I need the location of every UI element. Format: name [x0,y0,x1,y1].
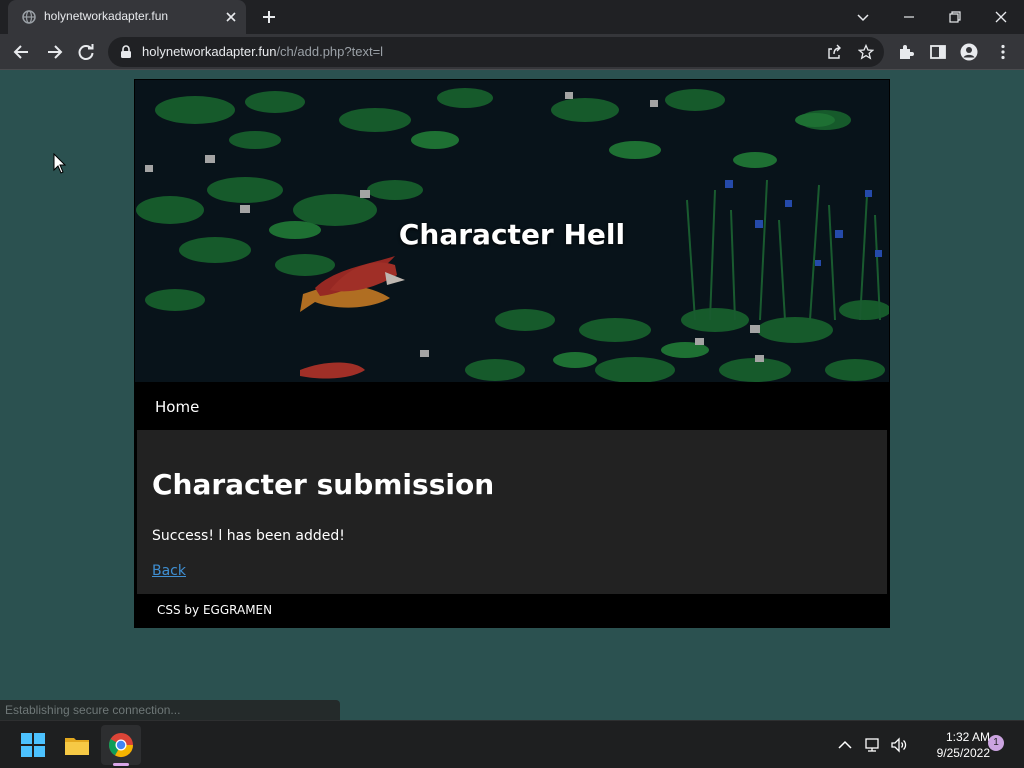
share-icon[interactable] [826,44,842,60]
close-tab-icon[interactable] [224,10,238,24]
main-content: Character submission Success! l has been… [137,430,887,594]
windows-taskbar: 1:32 AM 9/25/2022 [0,720,1024,768]
url-text: holynetworkadapter.fun/ch/add.php?text=l [142,44,383,59]
notification-badge[interactable]: 1 [988,735,1004,751]
network-icon[interactable] [864,736,882,754]
file-explorer-icon[interactable] [62,730,92,760]
windows-start-icon[interactable] [18,730,48,760]
minimize-icon [904,16,914,18]
chevron-down-icon [857,14,869,22]
clock-time: 1:32 AM [945,730,990,744]
site-container: Character Hell Home Character submission… [134,79,890,628]
url-host: holynetworkadapter.fun [142,44,277,59]
profile-avatar-icon[interactable] [960,43,978,61]
address-bar[interactable]: holynetworkadapter.fun/ch/add.php?text=l [108,37,884,67]
tab-title: holynetworkadapter.fun [44,9,169,23]
site-title: Character Hell [398,218,626,251]
url-path: /ch/add.php?text=l [276,44,384,59]
success-message: Success! l has been added! [152,528,345,544]
chevron-up-icon[interactable] [836,736,854,754]
nav-home-link[interactable]: Home [155,398,199,416]
menu-kebab-icon[interactable] [994,43,1012,61]
minimize-button[interactable] [886,0,932,34]
browser-titlebar: holynetworkadapter.fun [0,0,1024,34]
site-navbar: Home [135,382,889,430]
new-tab-icon[interactable] [260,8,278,26]
active-app-indicator [113,763,129,766]
browser-status-bubble: Establishing secure connection... [0,700,340,720]
header-banner: Character Hell [135,80,889,382]
bookmark-star-icon[interactable] [858,44,874,60]
reload-icon[interactable] [76,42,96,62]
globe-icon [22,10,36,24]
page-heading: Character submission [152,468,495,501]
browser-toolbar: holynetworkadapter.fun/ch/add.php?text=l [0,34,1024,70]
side-panel-icon[interactable] [929,43,947,61]
restore-icon [949,11,961,23]
back-arrow-icon[interactable] [12,42,32,62]
forward-arrow-icon[interactable] [44,42,64,62]
mouse-cursor-icon [53,153,67,174]
extensions-puzzle-icon[interactable] [897,43,915,61]
tab-search-button[interactable] [840,0,886,34]
close-icon [995,11,1007,23]
restore-button[interactable] [932,0,978,34]
browser-tab[interactable]: holynetworkadapter.fun [8,0,246,34]
close-window-button[interactable] [978,0,1024,34]
chrome-icon[interactable] [106,730,136,760]
volume-icon[interactable] [890,736,908,754]
back-link[interactable]: Back [152,563,186,579]
taskbar-clock[interactable]: 1:32 AM 9/25/2022 [912,729,990,761]
clock-date: 9/25/2022 [936,746,990,760]
footer-credit: CSS by EGGRAMEN [157,603,273,617]
lock-icon[interactable] [120,45,132,59]
status-text: Establishing secure connection... [5,703,181,717]
